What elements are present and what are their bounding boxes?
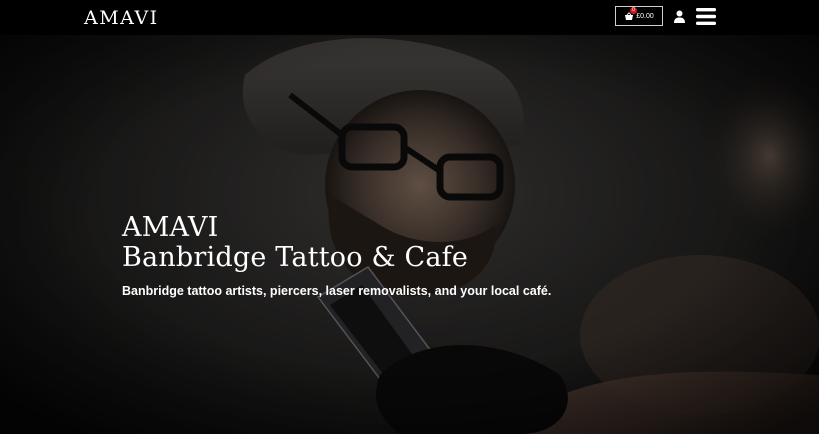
hero-title-line-1: AMAVI (122, 212, 219, 243)
site-header: AMAVI £0.00 0 (0, 0, 819, 35)
hero-title-line-2: Banbridge Tattoo & Cafe (122, 242, 469, 273)
hero-title: AMAVI Banbridge Tattoo & Cafe (122, 213, 551, 273)
cart-total: £0.00 (636, 12, 654, 20)
cart-count-badge: 0 (630, 7, 637, 14)
site-logo[interactable]: AMAVI (84, 7, 159, 29)
cart-button[interactable]: £0.00 (615, 6, 663, 26)
hero-text-block: AMAVI Banbridge Tattoo & Cafe Banbridge … (122, 213, 551, 299)
hero-section: AMAVI Banbridge Tattoo & Cafe Banbridge … (0, 35, 819, 434)
user-icon[interactable] (673, 10, 686, 23)
hamburger-menu-icon[interactable] (696, 8, 716, 25)
hero-tagline: Banbridge tattoo artists, piercers, lase… (122, 284, 552, 298)
